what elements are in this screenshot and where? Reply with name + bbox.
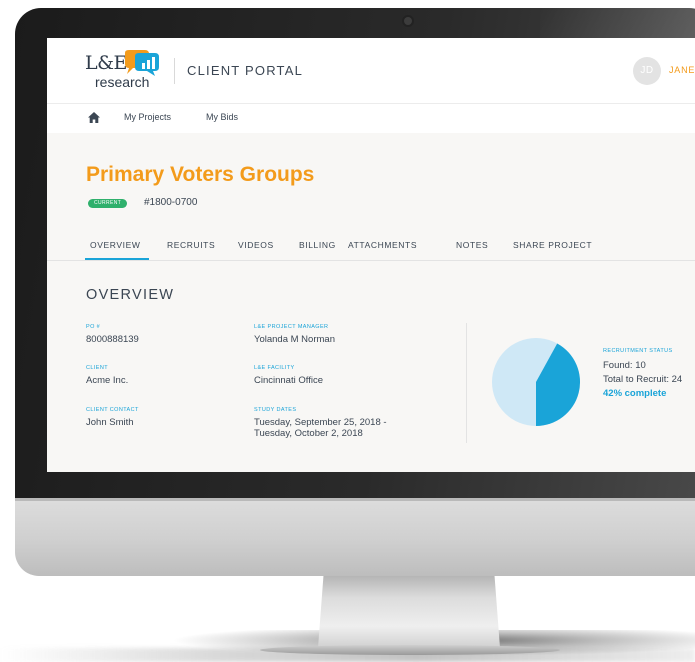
tab-recruits[interactable]: RECRUITS: [167, 240, 215, 250]
monitor-chin: [15, 498, 695, 576]
user-avatar[interactable]: JD: [633, 57, 661, 85]
camera-icon: [404, 17, 412, 25]
screen: L&E research CLIENT PORTAL JD JANE My Pr…: [47, 38, 695, 472]
speech-bubble-chart-icon: [125, 50, 159, 76]
tab-attachments[interactable]: ATTACHMENTS: [348, 240, 417, 250]
client-contact-label: CLIENT CONTACT: [86, 407, 139, 413]
tab-videos[interactable]: VIDEOS: [238, 240, 274, 250]
study-dates-line2: Tuesday, October 2, 2018: [254, 428, 363, 439]
facility-label: L&E FACILITY: [254, 365, 295, 371]
client-value: Acme Inc.: [86, 375, 129, 386]
status-badge: CURRENT: [88, 199, 128, 208]
project-manager-label: L&E PROJECT MANAGER: [254, 324, 329, 330]
details-divider: [466, 323, 467, 443]
tab-overview[interactable]: OVERVIEW: [90, 240, 140, 250]
po-value: 8000888139: [86, 334, 139, 345]
logo-subtext: research: [95, 74, 150, 90]
tab-notes[interactable]: NOTES: [456, 240, 488, 250]
nav-bar: My Projects My Bids: [47, 103, 695, 134]
monitor-stand-base: [260, 645, 560, 655]
user-name[interactable]: JANE: [669, 65, 695, 75]
monitor-stand: [318, 576, 500, 648]
company-logo[interactable]: L&E research: [85, 50, 165, 90]
active-tab-indicator: [85, 258, 149, 260]
recruitment-pie-chart: [492, 338, 580, 426]
main-content: Primary Voters Groups CURRENT #1800-0700…: [47, 133, 695, 472]
tab-share-project[interactable]: SHARE PROJECT: [513, 240, 592, 250]
study-dates-label: STUDY DATES: [254, 407, 297, 413]
nav-my-bids[interactable]: My Bids: [206, 112, 238, 122]
recruitment-status-label: RECRUITMENT STATUS: [603, 348, 673, 354]
topbar-divider: [174, 58, 175, 84]
home-icon[interactable]: [88, 112, 100, 123]
tab-billing[interactable]: BILLING: [299, 240, 336, 250]
project-manager-value: Yolanda M Norman: [254, 334, 335, 345]
section-heading: OVERVIEW: [86, 287, 175, 303]
project-number: #1800-0700: [144, 197, 198, 208]
recruitment-found: Found: 10: [603, 360, 646, 371]
top-bar: L&E research CLIENT PORTAL JD JANE: [47, 38, 695, 103]
monitor-chin-edge: [15, 498, 695, 501]
facility-value: Cincinnati Office: [254, 375, 323, 386]
po-label: PO #: [86, 324, 101, 330]
client-contact-value: John Smith: [86, 417, 134, 428]
project-title: Primary Voters Groups: [86, 163, 315, 186]
study-dates-line1: Tuesday, September 25, 2018 -: [254, 417, 387, 428]
nav-my-projects[interactable]: My Projects: [124, 112, 171, 122]
portal-title: CLIENT PORTAL: [187, 63, 304, 78]
project-tabs: OVERVIEW RECRUITS VIDEOS BILLING ATTACHM…: [47, 229, 695, 261]
recruitment-percent: 42% complete: [603, 388, 667, 399]
client-label: CLIENT: [86, 365, 108, 371]
recruitment-total: Total to Recruit: 24: [603, 374, 683, 385]
